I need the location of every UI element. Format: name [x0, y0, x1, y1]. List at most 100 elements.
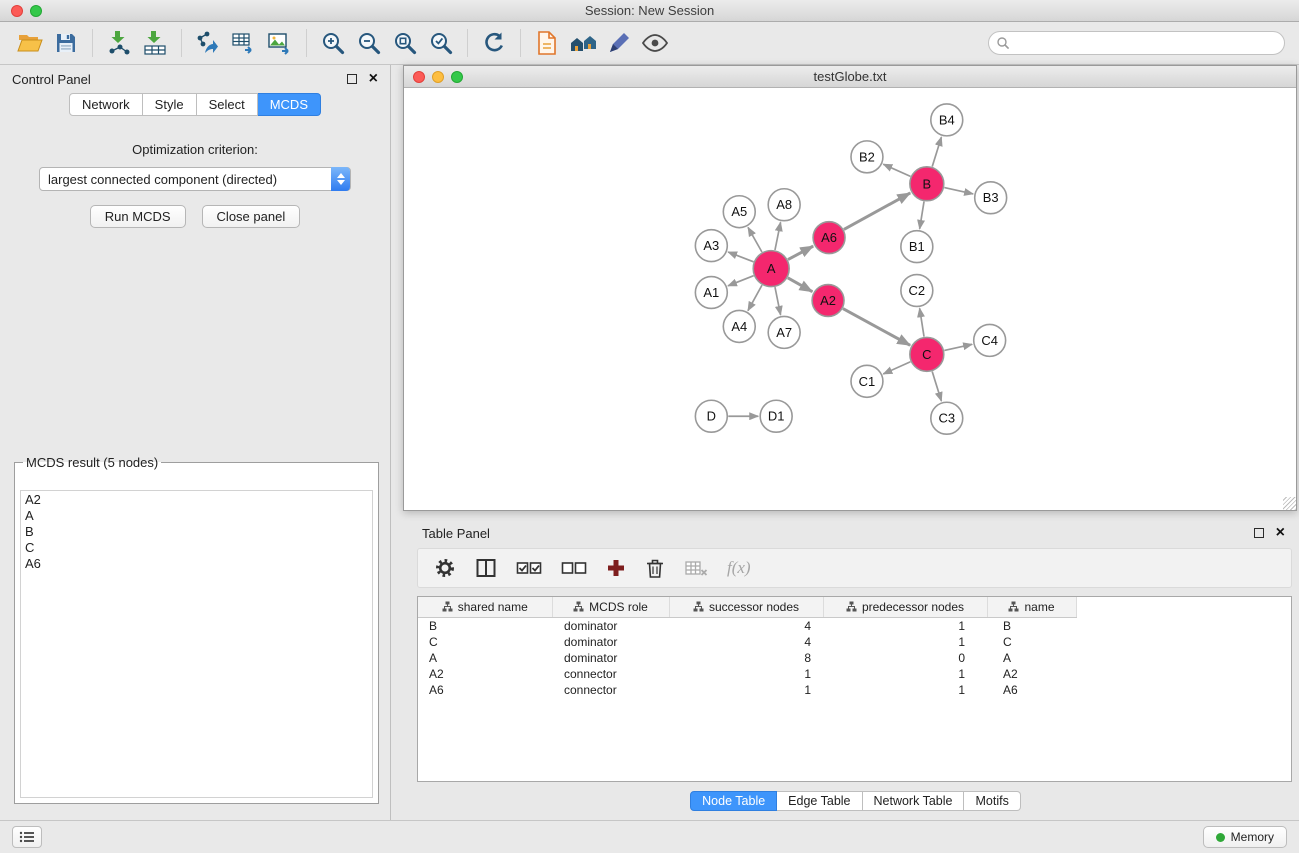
node-C1[interactable]: C1	[851, 365, 883, 397]
import-network-button[interactable]	[101, 26, 137, 60]
tab-edge-table[interactable]: Edge Table	[777, 791, 862, 811]
network-zoom-button[interactable]	[451, 71, 463, 83]
table-cell[interactable]: 1	[669, 666, 823, 682]
network-graph[interactable]: B4B2BB3A5A8A6A3B1AC2A1A2A4A7C4CC1C3DD1	[404, 88, 1296, 510]
node-C4[interactable]: C4	[974, 324, 1006, 356]
close-panel-button[interactable]: Close panel	[202, 205, 301, 228]
delete-column-button[interactable]	[645, 553, 665, 583]
node-A3[interactable]: A3	[695, 230, 727, 262]
table-settings-button[interactable]	[434, 553, 456, 583]
table-cell[interactable]: A	[987, 650, 1076, 666]
deselect-all-button[interactable]	[561, 553, 587, 583]
show-details-button[interactable]	[637, 26, 673, 60]
table-cell[interactable]: 4	[669, 634, 823, 650]
edge-A-A1[interactable]	[728, 276, 754, 286]
zoom-in-button[interactable]	[315, 26, 351, 60]
table-cell[interactable]: C	[418, 634, 552, 650]
table-row[interactable]: Adominator80A	[418, 650, 1076, 666]
table-cell[interactable]: 1	[823, 618, 987, 635]
network-minimize-button[interactable]	[432, 71, 444, 83]
edge-C-C1[interactable]	[883, 362, 910, 374]
close-panel-icon[interactable]: ×	[369, 74, 378, 84]
edge-A-A4[interactable]	[748, 285, 762, 311]
zoom-out-button[interactable]	[351, 26, 387, 60]
delete-table-button[interactable]	[684, 553, 708, 583]
node-D1[interactable]: D1	[760, 400, 792, 432]
column-header-successor-nodes[interactable]: successor nodes	[669, 597, 823, 618]
task-history-button[interactable]	[12, 826, 42, 848]
mcds-result-item[interactable]: C	[25, 540, 368, 556]
edge-A-A3[interactable]	[728, 252, 753, 262]
table-row[interactable]: Cdominator41C	[418, 634, 1076, 650]
column-header-MCDS-role[interactable]: MCDS role	[552, 597, 669, 618]
tab-mcds[interactable]: MCDS	[258, 93, 321, 116]
function-builder-button[interactable]: f(x)	[727, 553, 751, 583]
float-panel-icon[interactable]	[347, 74, 357, 84]
add-column-button[interactable]	[606, 553, 626, 583]
table-row[interactable]: Bdominator41B	[418, 618, 1076, 635]
node-A5[interactable]: A5	[723, 196, 755, 228]
edge-C-C3[interactable]	[932, 372, 941, 402]
table-cell[interactable]: dominator	[552, 650, 669, 666]
tab-motifs[interactable]: Motifs	[964, 791, 1020, 811]
tab-style[interactable]: Style	[143, 93, 197, 116]
node-A8[interactable]: A8	[768, 189, 800, 221]
node-A[interactable]: A	[753, 251, 789, 287]
column-header-shared-name[interactable]: shared name	[418, 597, 552, 618]
table-cell[interactable]: A6	[987, 682, 1076, 698]
table-row[interactable]: A6connector11A6	[418, 682, 1076, 698]
mcds-result-item[interactable]: A	[25, 508, 368, 524]
tab-node-table[interactable]: Node Table	[690, 791, 777, 811]
memory-button[interactable]: Memory	[1203, 826, 1287, 848]
table-cell[interactable]: 8	[669, 650, 823, 666]
edge-A-A6[interactable]	[788, 246, 813, 259]
node-B1[interactable]: B1	[901, 231, 933, 263]
tab-network-table[interactable]: Network Table	[863, 791, 965, 811]
annotation-button[interactable]	[601, 26, 637, 60]
table-cell[interactable]: dominator	[552, 618, 669, 635]
edge-A-A2[interactable]	[788, 278, 813, 292]
table-cell[interactable]: A2	[418, 666, 552, 682]
node-B3[interactable]: B3	[975, 182, 1007, 214]
export-table-button[interactable]	[226, 26, 262, 60]
zoom-selected-button[interactable]	[423, 26, 459, 60]
search-input[interactable]	[988, 31, 1285, 55]
table-cell[interactable]: 4	[669, 618, 823, 635]
resize-grip[interactable]	[1283, 497, 1296, 510]
table-cell[interactable]: 1	[823, 634, 987, 650]
node-C2[interactable]: C2	[901, 275, 933, 307]
edge-A2-C[interactable]	[843, 309, 910, 346]
edge-A-A7[interactable]	[775, 287, 781, 315]
table-cell[interactable]: 1	[823, 666, 987, 682]
table-cell[interactable]: connector	[552, 682, 669, 698]
table-cell[interactable]: A	[418, 650, 552, 666]
edge-A-A8[interactable]	[775, 222, 781, 250]
table-cell[interactable]: B	[418, 618, 552, 635]
network-canvas[interactable]: B4B2BB3A5A8A6A3B1AC2A1A2A4A7C4CC1C3DD1	[404, 88, 1296, 510]
edge-B-B3[interactable]	[944, 188, 973, 194]
network-window-titlebar[interactable]: testGlobe.txt	[404, 66, 1296, 88]
zoom-window-button[interactable]	[30, 5, 42, 17]
edge-B-B1[interactable]	[920, 202, 924, 229]
node-B4[interactable]: B4	[931, 104, 963, 136]
table-row[interactable]: A2connector11A2	[418, 666, 1076, 682]
export-image-button[interactable]	[262, 26, 298, 60]
column-header-predecessor-nodes[interactable]: predecessor nodes	[823, 597, 987, 618]
table-cell[interactable]: 1	[669, 682, 823, 698]
node-C3[interactable]: C3	[931, 402, 963, 434]
edge-C-C2[interactable]	[920, 308, 924, 336]
select-all-button[interactable]	[516, 553, 542, 583]
table-cell[interactable]: 1	[823, 682, 987, 698]
table-cell[interactable]: A2	[987, 666, 1076, 682]
node-C[interactable]: C	[910, 337, 944, 371]
edge-C-C4[interactable]	[944, 344, 972, 350]
node-A2[interactable]: A2	[812, 285, 844, 317]
close-window-button[interactable]	[11, 5, 23, 17]
table-cell[interactable]: dominator	[552, 634, 669, 650]
optimization-select[interactable]: largest connected component (directed)	[39, 167, 351, 191]
table-cell[interactable]: A6	[418, 682, 552, 698]
node-D[interactable]: D	[695, 400, 727, 432]
mcds-result-item[interactable]: A6	[25, 556, 368, 572]
table-cell[interactable]: connector	[552, 666, 669, 682]
node-B[interactable]: B	[910, 167, 944, 201]
